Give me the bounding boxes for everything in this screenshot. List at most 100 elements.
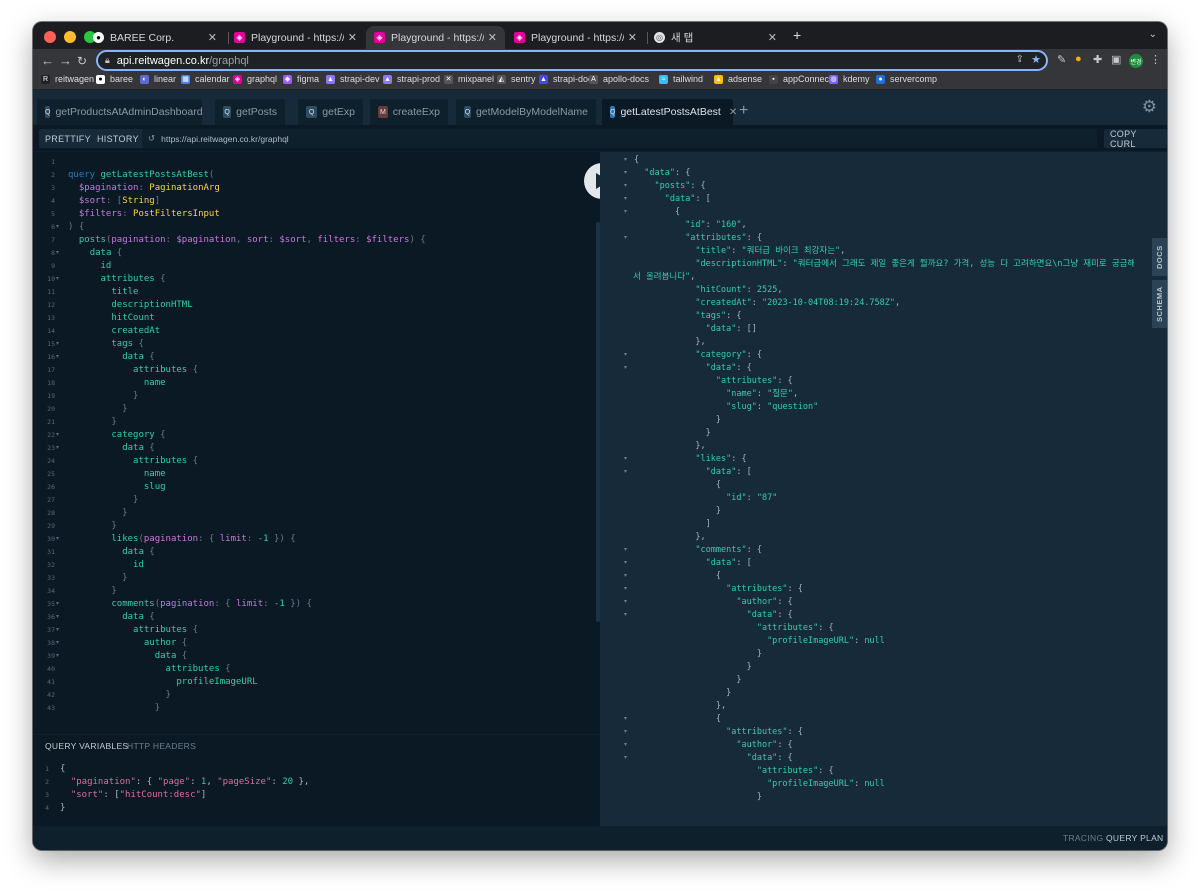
menu-kebab-icon[interactable]: ⋮: [1150, 53, 1161, 66]
close-tab-icon[interactable]: ✕: [348, 31, 357, 44]
fold-toggle-icon[interactable]: ▾: [56, 338, 59, 351]
fold-toggle-icon[interactable]: ▾: [624, 557, 627, 570]
fold-toggle-icon[interactable]: ▾: [624, 583, 627, 596]
fold-toggle-icon[interactable]: ▾: [56, 221, 59, 234]
http-headers-tab[interactable]: HTTP HEADERS: [127, 741, 196, 751]
fold-toggle-icon[interactable]: ▾: [56, 533, 59, 546]
fold-toggle-icon[interactable]: ▾: [624, 167, 627, 180]
refresh-schema-icon[interactable]: ↺: [148, 133, 155, 144]
fold-toggle-icon[interactable]: ▾: [56, 624, 59, 637]
fold-toggle-icon[interactable]: ▾: [624, 453, 627, 466]
fold-toggle-icon[interactable]: ▾: [56, 429, 59, 442]
bookmark-mixpanel[interactable]: ✕ mixpanel: [444, 74, 494, 84]
add-query-tab-button[interactable]: +: [739, 102, 748, 120]
profile-avatar[interactable]: 변경: [1129, 54, 1143, 68]
eyedropper-icon[interactable]: ✎: [1057, 53, 1066, 66]
fold-toggle-icon[interactable]: ▾: [624, 349, 627, 362]
query-plan-tab[interactable]: QUERY PLAN: [1106, 833, 1164, 843]
tracing-tab[interactable]: TRACING: [1063, 833, 1103, 843]
minimize-window-button[interactable]: [64, 31, 76, 43]
tab-search-icon[interactable]: ⌄: [1149, 29, 1157, 40]
query-tab[interactable]: QgetModelByModelName: [456, 99, 596, 125]
fold-toggle-icon[interactable]: ▾: [56, 273, 59, 286]
query-tab[interactable]: QgetPosts: [215, 99, 285, 125]
bookmark-reitwagen[interactable]: Rreitwagen: [41, 74, 94, 84]
schema-side-tab[interactable]: SCHEMA: [1152, 280, 1167, 328]
address-bar[interactable]: 🔒︎ api.reitwagen.co.kr/graphql ⇪ ★: [96, 50, 1048, 71]
side-panel-icon[interactable]: ▣: [1111, 53, 1121, 66]
extensions-puzzle-icon[interactable]: ✚: [1093, 53, 1102, 66]
fold-toggle-icon[interactable]: ▾: [56, 611, 59, 624]
new-tab-button[interactable]: +: [793, 27, 801, 43]
prettify-button[interactable]: PRETTIFY: [39, 129, 97, 148]
bookmark-calendar[interactable]: ▦ calendar: [181, 74, 230, 84]
query-editor[interactable]: 1 2 query getLatestPostsAtBest(3 $paginati…: [33, 152, 600, 734]
bookmark-linear[interactable]: ◐ linear: [140, 74, 176, 84]
fold-toggle-icon[interactable]: ▾: [624, 232, 627, 245]
fold-toggle-icon[interactable]: ▾: [56, 637, 59, 650]
fold-toggle-icon[interactable]: ▾: [624, 570, 627, 583]
fold-toggle-icon[interactable]: ▾: [624, 362, 627, 375]
settings-gear-icon[interactable]: ⚙: [1142, 97, 1157, 117]
browser-tab[interactable]: ◈ Playground - https://api.dev.re ✕: [226, 26, 365, 49]
fold-toggle-icon[interactable]: ▾: [56, 650, 59, 663]
bookmark-figma[interactable]: ◆ figma: [283, 74, 319, 84]
browser-tab[interactable]: ● BAREE Corp. ✕: [85, 26, 225, 49]
bookmark-star-icon[interactable]: ★: [1031, 53, 1041, 66]
mutation-tab[interactable]: McreateExp: [370, 99, 448, 125]
bookmark-strapi-dev[interactable]: ▲ strapi-dev: [326, 74, 380, 84]
browser-window: ● BAREE Corp. ✕ ◈ Playground - https://a…: [33, 22, 1167, 850]
bookmark-strapi-prod[interactable]: ▲ strapi-prod: [383, 74, 440, 84]
bookmark-appconnect[interactable]: ▪ appConnect: [769, 74, 832, 84]
back-arrow-icon[interactable]: ←: [41, 52, 54, 70]
fold-toggle-icon[interactable]: ▾: [56, 247, 59, 260]
code-line: attributes {: [68, 273, 166, 286]
fold-toggle-icon[interactable]: ▾: [624, 180, 627, 193]
reload-icon[interactable]: ↻: [77, 52, 87, 70]
browser-tab[interactable]: ◎ 새 탭 ✕: [646, 26, 785, 49]
query-tab-active[interactable]: QgetLatestPostsAtBest ✕: [602, 99, 737, 125]
result-line: },: [634, 440, 705, 453]
fold-toggle-icon[interactable]: ▾: [624, 609, 627, 622]
bookmark-tailwind[interactable]: ≈ tailwind: [659, 74, 703, 84]
fold-toggle-icon[interactable]: ▾: [624, 154, 627, 167]
bookmark-sentry[interactable]: ◭ sentry: [497, 74, 536, 84]
close-tab-icon[interactable]: ✕: [208, 31, 217, 44]
fold-toggle-icon[interactable]: ▾: [624, 739, 627, 752]
share-icon[interactable]: ⇪: [1016, 54, 1024, 65]
query-tab[interactable]: QgetProductsAtAdminDashboard: [37, 99, 203, 125]
bookmark-baree[interactable]: ● baree: [96, 74, 133, 84]
bookmark-apollo-docs[interactable]: Aapollo-docs: [589, 74, 649, 84]
extension-badge-icon[interactable]: ●: [1075, 53, 1082, 65]
browser-tab-active[interactable]: ◈ Playground - https://api.reitwa ✕: [366, 26, 505, 49]
fold-toggle-icon[interactable]: ▾: [624, 752, 627, 765]
forward-arrow-icon[interactable]: →: [59, 52, 72, 70]
fold-toggle-icon[interactable]: ▾: [56, 598, 59, 611]
bookmark-kdemy[interactable]: ◍ kdemy: [829, 74, 870, 84]
query-tab[interactable]: QgetExp: [298, 99, 363, 125]
bookmark-adsense[interactable]: ▲ adsense: [714, 74, 762, 84]
fold-toggle-icon[interactable]: ▾: [624, 544, 627, 557]
close-tab-icon[interactable]: ✕: [768, 31, 777, 44]
close-query-tab-icon[interactable]: ✕: [729, 107, 737, 118]
fold-toggle-icon[interactable]: ▾: [624, 466, 627, 479]
fold-toggle-icon[interactable]: ▾: [624, 193, 627, 206]
copy-curl-button[interactable]: COPY CURL: [1104, 129, 1167, 149]
fold-toggle-icon[interactable]: ▾: [624, 596, 627, 609]
browser-tab[interactable]: ◈ Playground - https://api.reitwa ✕: [506, 26, 645, 49]
fold-toggle-icon[interactable]: ▾: [56, 351, 59, 364]
close-tab-icon[interactable]: ✕: [488, 31, 497, 44]
docs-side-tab[interactable]: DOCS: [1152, 238, 1167, 276]
endpoint-url-field[interactable]: ↺ https://api.reitwagen.co.kr/graphql: [142, 129, 1097, 148]
fold-toggle-icon[interactable]: ▾: [624, 713, 627, 726]
close-window-button[interactable]: [44, 31, 56, 43]
fold-toggle-icon[interactable]: ▾: [624, 726, 627, 739]
fold-toggle-icon[interactable]: ▾: [56, 442, 59, 455]
query-variables-tab[interactable]: QUERY VARIABLES: [45, 741, 128, 751]
close-tab-icon[interactable]: ✕: [628, 31, 637, 44]
history-button[interactable]: HISTORY: [91, 129, 145, 148]
bookmark-servercomp[interactable]: ● servercomp: [876, 74, 937, 84]
fold-toggle-icon[interactable]: ▾: [624, 206, 627, 219]
bookmark-graphql[interactable]: ◈ graphql: [233, 74, 277, 84]
